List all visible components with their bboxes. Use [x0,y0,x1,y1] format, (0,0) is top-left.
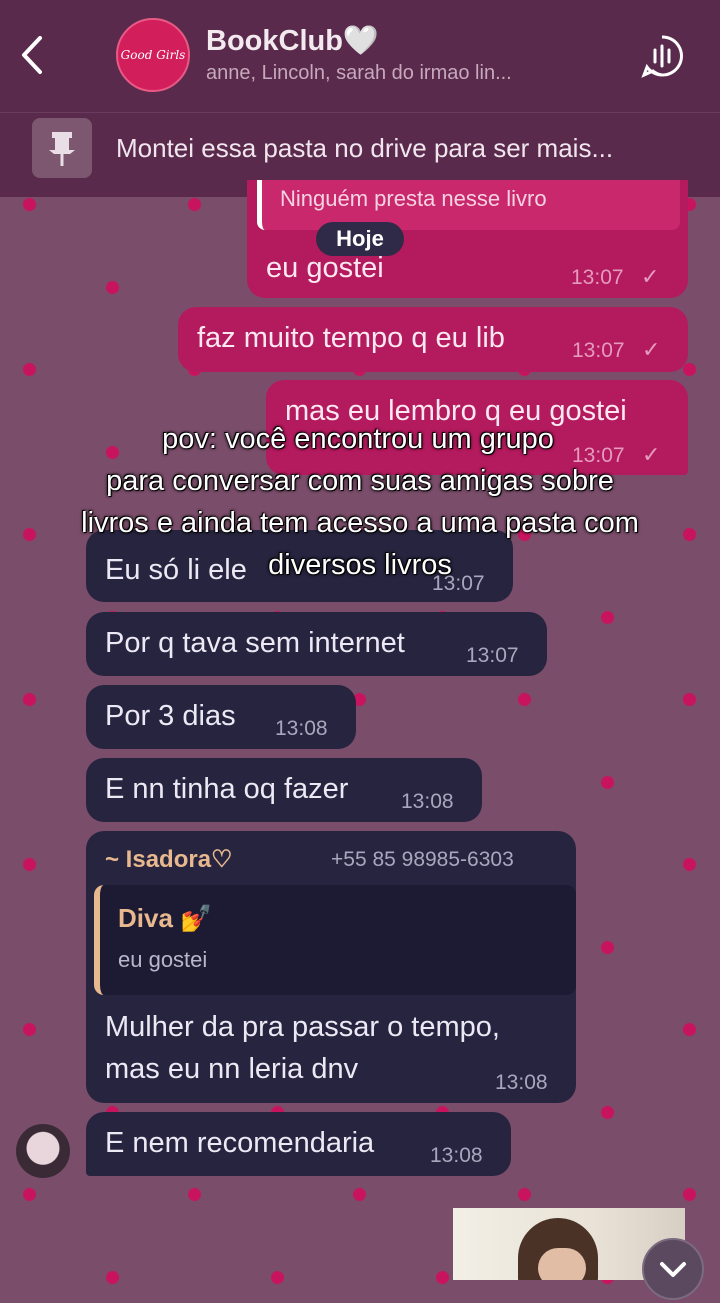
message-text-line1: Mulher da pra passar o tempo, [105,1011,500,1043]
quoted-sender-name: Diva 💅 [118,903,213,933]
message-time: 13:08 [430,1144,483,1167]
quoted-reply-text: Ninguém presta nesse livro [280,186,547,211]
chevron-down-icon [660,1262,686,1277]
message-text: Por q tava sem internet [105,627,405,659]
incoming-message[interactable]: E nn tinha oq fazer 13:08 [86,758,482,822]
message-text: eu gostei [266,252,384,284]
scroll-to-bottom-button[interactable] [642,1238,704,1300]
sender-phone: +55 85 98985-6303 [331,848,514,871]
group-title[interactable]: BookClub🤍 [206,24,379,58]
avatar-logo-text: Good Girls [120,48,186,62]
quoted-reply-bar: Ninguém presta nesse livro [257,180,680,230]
outgoing-message[interactable]: Ninguém presta nesse livro eu gostei 13:… [247,180,688,298]
message-time: 13:07 [466,644,519,667]
message-text: Por 3 dias [105,700,236,732]
incoming-message[interactable]: Por 3 dias 13:08 [86,685,356,749]
quoted-reply-block[interactable]: Diva 💅 eu gostei [94,885,576,995]
pin-icon [32,118,92,178]
message-time: 13:07 [571,266,624,289]
read-check-icon: ✓ [642,337,661,362]
incoming-message[interactable]: Por q tava sem internet 13:07 [86,612,547,676]
caption-line: livros e ainda tem acesso a uma pasta co… [81,507,639,539]
caption-line: diversos livros [268,549,452,581]
message-text-line2: mas eu nn leria dnv [105,1053,359,1085]
incoming-message[interactable]: E nem recomendaria 13:08 [86,1112,511,1176]
caption-line: pov: você encontrou um grupo [162,423,554,455]
message-text: E nem recomendaria [105,1127,375,1159]
group-avatar[interactable]: Good Girls [116,18,190,92]
date-chip: Hoje [316,222,404,256]
outgoing-message[interactable]: faz muito tempo q eu lib 13:07 ✓ [178,307,688,372]
incoming-reply-message[interactable]: ~ Isadora♡ +55 85 98985-6303 Diva 💅 eu g… [86,831,576,1103]
message-time: 13:07 [572,339,625,362]
sender-name[interactable]: ~ Isadora♡ [105,845,233,874]
voice-chat-icon[interactable] [640,34,684,78]
message-text: E nn tinha oq fazer [105,773,349,805]
caption-line: para conversar com suas amigas sobre [106,465,614,497]
pinned-message-text[interactable]: Montei essa pasta no drive para ser mais… [116,133,613,164]
message-time: 13:08 [401,790,454,813]
chat-header: Good Girls BookClub🤍 anne, Lincoln, sara… [0,0,720,112]
message-text: faz muito tempo q eu lib [197,322,505,354]
quoted-reply-text: eu gostei [118,947,208,972]
group-members[interactable]: anne, Lincoln, sarah do irmao lin... [206,62,512,85]
back-arrow-icon[interactable] [14,30,54,80]
message-time: 13:08 [495,1071,548,1094]
sender-avatar[interactable] [16,1124,70,1178]
message-time: 13:08 [275,717,328,740]
read-check-icon: ✓ [641,264,660,289]
photo-person-face [538,1248,586,1280]
